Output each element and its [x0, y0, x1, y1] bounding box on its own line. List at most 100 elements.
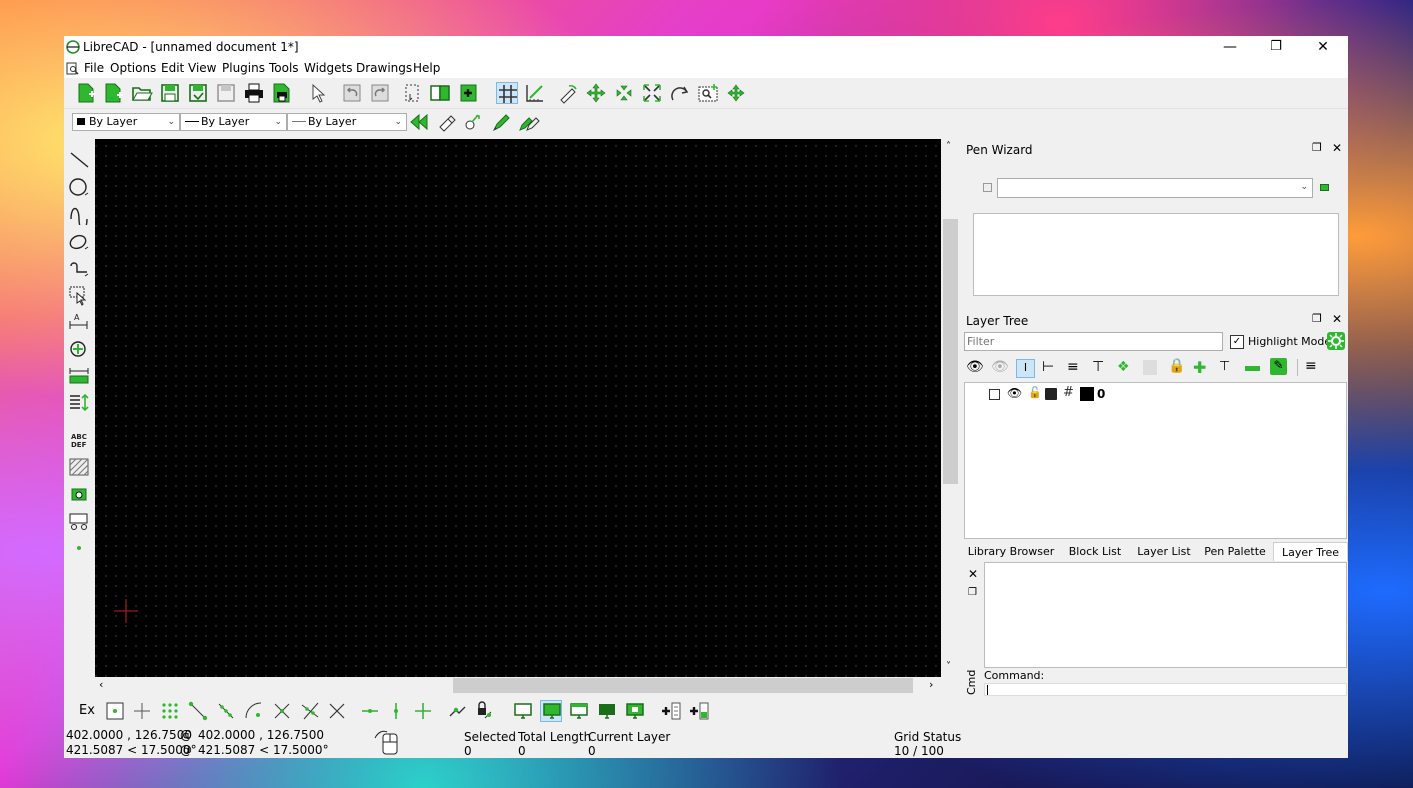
- float-panel-icon[interactable]: ❐: [1312, 141, 1322, 154]
- menu-view[interactable]: View: [188, 61, 216, 75]
- command-input[interactable]: [984, 683, 1347, 696]
- menu-tools[interactable]: Tools: [269, 61, 299, 75]
- expand-layers-icon[interactable]: ≡: [1067, 359, 1079, 375]
- close-button[interactable]: ✕: [1300, 36, 1346, 58]
- restrict-horizontal-icon[interactable]: [359, 700, 381, 722]
- menu-file[interactable]: File: [84, 61, 104, 75]
- layer-tree-list[interactable]: 👁 🔓 # 0: [964, 382, 1347, 539]
- relative-zero-icon[interactable]: [446, 700, 468, 722]
- modify-tool-icon[interactable]: [68, 338, 90, 360]
- scroll-down-icon[interactable]: ˅: [946, 661, 951, 672]
- save-as-icon[interactable]: [187, 82, 209, 104]
- tab-layer-list[interactable]: Layer List: [1133, 542, 1195, 561]
- collapse-layers-icon[interactable]: ⊤: [1092, 359, 1104, 375]
- add-dock-icon[interactable]: [660, 700, 682, 722]
- menu-edit[interactable]: Edit: [161, 61, 184, 75]
- snap-distance-icon[interactable]: [299, 700, 321, 722]
- scroll-right-icon[interactable]: ›: [929, 678, 933, 691]
- settings-gear-icon[interactable]: [1327, 332, 1345, 350]
- view-anti-alias-icon[interactable]: [624, 700, 646, 722]
- layer-menu-icon[interactable]: ≡: [1305, 358, 1317, 374]
- snap-center-icon[interactable]: [243, 700, 265, 722]
- zoom-previous-icon[interactable]: [669, 82, 691, 104]
- snap-free-icon[interactable]: [104, 700, 126, 722]
- float-panel-icon[interactable]: ❐: [968, 587, 977, 598]
- block-tool-icon[interactable]: [68, 510, 90, 532]
- tab-layer-tree[interactable]: Layer Tree: [1273, 542, 1348, 561]
- printer-icon[interactable]: [1045, 388, 1057, 400]
- restrict-vertical-icon[interactable]: [385, 700, 407, 722]
- minimize-button[interactable]: —: [1207, 36, 1253, 58]
- open-file-icon[interactable]: [131, 82, 153, 104]
- new-file-icon[interactable]: [75, 82, 97, 104]
- save-file-icon[interactable]: [159, 82, 181, 104]
- scroll-up-icon[interactable]: ˄: [946, 141, 951, 152]
- snap-on-entity-icon[interactable]: [215, 700, 237, 722]
- pen-linetype-select[interactable]: By Layer ⌄: [287, 113, 407, 131]
- zoom-auto-icon[interactable]: [641, 82, 663, 104]
- tab-library-browser[interactable]: Library Browser: [966, 542, 1056, 561]
- pick-entity-pen-icon[interactable]: [462, 111, 484, 133]
- hatch-tool-icon[interactable]: [68, 456, 90, 478]
- document-menu-icon[interactable]: [66, 62, 79, 75]
- pen-wizard-combo[interactable]: ⌄: [997, 178, 1313, 198]
- edit-layer-icon[interactable]: ✎: [1270, 358, 1287, 375]
- circle-tool-icon[interactable]: [68, 176, 90, 198]
- cut-icon[interactable]: [401, 82, 423, 104]
- redo-icon[interactable]: [369, 82, 391, 104]
- layer-dimension-icon[interactable]: ⊤: [1219, 359, 1230, 374]
- scroll-left-icon[interactable]: ‹: [99, 678, 103, 691]
- layer-options-icon[interactable]: ❖: [1117, 359, 1130, 375]
- grid-toggle-icon[interactable]: [496, 82, 518, 104]
- zoom-in-icon[interactable]: [585, 82, 607, 104]
- snap-endpoint-icon[interactable]: [187, 700, 209, 722]
- apply-pen-icon[interactable]: [490, 111, 512, 133]
- ellipse-tool-icon[interactable]: [68, 230, 90, 252]
- visible-eye-icon[interactable]: 👁: [1007, 386, 1022, 400]
- snap-grid-cross-icon[interactable]: [131, 700, 153, 722]
- restore-button[interactable]: ❐: [1253, 36, 1299, 58]
- lock-relative-zero-icon[interactable]: [473, 700, 495, 722]
- select-tool-icon[interactable]: [68, 284, 90, 306]
- measure-tool-icon[interactable]: [68, 365, 90, 387]
- pen-wizard-add-icon[interactable]: [983, 183, 992, 192]
- layer-select-icon[interactable]: [989, 389, 1000, 400]
- point-tool-icon[interactable]: [68, 537, 90, 559]
- copy-icon[interactable]: [429, 82, 451, 104]
- snap-grid-icon[interactable]: [159, 700, 181, 722]
- horizontal-scrollbar[interactable]: ‹ ›: [95, 677, 941, 694]
- menu-widgets[interactable]: Widgets: [304, 61, 353, 75]
- view-statusbar-icon[interactable]: [568, 700, 590, 722]
- draft-mode-icon[interactable]: [524, 82, 546, 104]
- zoom-pan-icon[interactable]: [725, 82, 747, 104]
- remove-layer-icon[interactable]: [1245, 366, 1260, 371]
- snap-intersection-icon[interactable]: [326, 700, 348, 722]
- print-icon[interactable]: [243, 82, 265, 104]
- view-fullscreen-icon[interactable]: [596, 700, 618, 722]
- restrict-orthogonal-icon[interactable]: [412, 700, 434, 722]
- snap-middle-icon[interactable]: [271, 700, 293, 722]
- tab-pen-palette[interactable]: Pen Palette: [1199, 542, 1271, 561]
- save-all-icon[interactable]: [215, 82, 237, 104]
- close-panel-icon[interactable]: ✕: [968, 567, 978, 581]
- undo-icon[interactable]: [341, 82, 363, 104]
- paste-icon[interactable]: [457, 82, 479, 104]
- unlocked-icon[interactable]: 🔓: [1028, 386, 1042, 399]
- menu-drawings[interactable]: Drawings: [356, 61, 412, 75]
- new-from-template-icon[interactable]: [103, 82, 125, 104]
- vertical-scrollbar[interactable]: ˄ ˅: [942, 139, 959, 677]
- color-picker-icon[interactable]: [1320, 184, 1329, 191]
- dimension-tool-icon[interactable]: A: [68, 311, 90, 333]
- image-tool-icon[interactable]: [68, 483, 90, 505]
- line-tool-icon[interactable]: [68, 149, 90, 171]
- print-preview-icon[interactable]: [271, 82, 293, 104]
- menu-plugins[interactable]: Plugins: [222, 61, 265, 75]
- pen-wizard-palette[interactable]: [973, 213, 1339, 296]
- back-arrow-icon[interactable]: [408, 111, 430, 133]
- construction-layer-icon[interactable]: #: [1063, 385, 1074, 400]
- apply-pen-multiple-icon[interactable]: [518, 111, 540, 133]
- pick-pen-icon[interactable]: [436, 111, 458, 133]
- float-panel-icon[interactable]: ❐: [1312, 312, 1322, 325]
- menu-options[interactable]: Options: [110, 61, 156, 75]
- close-panel-icon[interactable]: ✕: [1332, 312, 1342, 326]
